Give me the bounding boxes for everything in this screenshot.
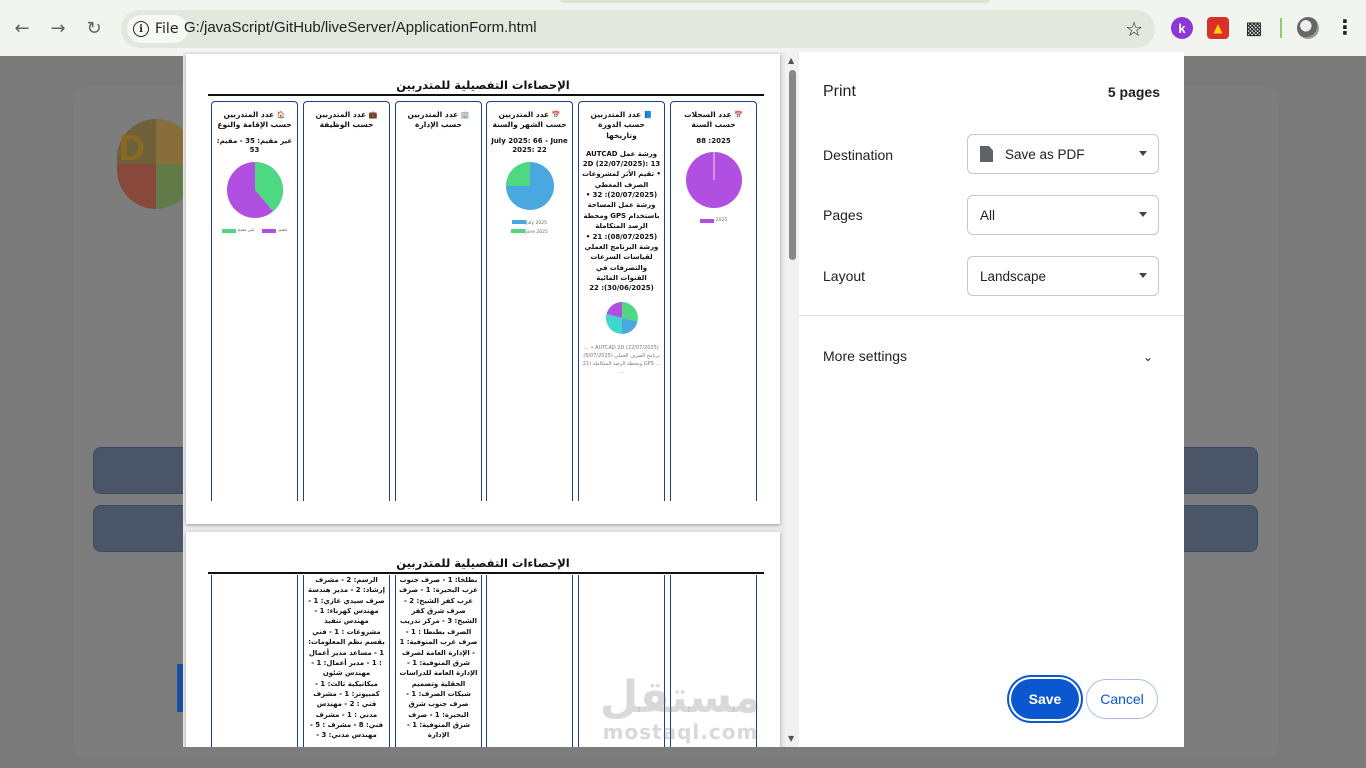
column-text: بطلخا: 1 - صرف جنوب غرب البحيرة: 1 - صرف… <box>399 576 478 740</box>
column-heading: عدد المتدربين حسب الإدارة <box>407 110 462 130</box>
destination-label: Destination <box>823 147 894 163</box>
column-heading: عدد المتدربين حسب الدورة وتاريخها <box>590 110 645 140</box>
title-rule <box>208 94 764 96</box>
month-pie-chart <box>505 162 554 211</box>
info-icon: i <box>133 21 149 37</box>
year-pie-chart <box>685 152 742 209</box>
more-settings-toggle[interactable]: More settings <box>823 348 907 364</box>
legend-item: June 2025 <box>511 229 548 235</box>
watermark: مستقل mostaql.com <box>600 672 761 745</box>
pages-label: Pages <box>823 207 863 223</box>
document-icon <box>980 146 993 162</box>
course-pie-chart <box>605 301 638 334</box>
scroll-down-arrow-icon[interactable]: ▼ <box>788 734 794 743</box>
column-stat: غير مقيم: 35 - مقيم: 53 <box>216 136 293 155</box>
watermark-latin: mostaql.com <box>602 720 759 744</box>
destination-select[interactable]: Save as PDF <box>967 134 1159 174</box>
cancel-button[interactable]: Cancel <box>1086 679 1158 719</box>
profile-avatar[interactable] <box>1297 17 1319 39</box>
column-stat: July 2025: 66 - June 2025: 22 <box>491 136 568 155</box>
house-icon: 🏠 <box>276 111 286 119</box>
layout-label: Layout <box>823 268 866 284</box>
stat-column-job: الرسم: 2 - مشرف إرشاد: 2 - مدير هندسة صر… <box>303 575 390 747</box>
legend-item: غير مقيم <box>221 228 254 233</box>
active-tab-edge <box>560 0 990 3</box>
bookmark-star-icon[interactable]: ☆ <box>1125 17 1143 41</box>
title-rule <box>208 572 764 574</box>
stat-column-year: 📅 عدد السجلات حسب السنة 2025: 88 2025 <box>670 101 757 501</box>
layout-select[interactable]: Landscape <box>967 256 1159 296</box>
extension-k-icon[interactable]: k <box>1171 17 1193 39</box>
chart-legend: 2025 <box>674 218 753 223</box>
calendar-icon: 📅 <box>551 111 561 119</box>
print-title: Print <box>823 83 856 100</box>
destination-value: Save as PDF <box>1005 146 1085 162</box>
chevron-down-icon[interactable]: ⌄ <box>1143 350 1153 364</box>
scroll-thumb[interactable] <box>789 70 796 260</box>
column-heading: عدد السجلات حسب السنة <box>684 110 736 130</box>
print-settings-panel: Print 5 pages Destination Save as PDF Pa… <box>799 52 1184 747</box>
preview-scrollbar[interactable]: ▲ ▼ <box>785 52 799 747</box>
dropdown-caret-icon <box>1139 273 1147 278</box>
chart-legend: July 2025 June 2025 <box>490 220 569 235</box>
site-info-label: File <box>155 21 179 37</box>
building-icon: 🏢 <box>460 111 470 119</box>
legend-item: 2025 <box>699 218 727 223</box>
residence-pie-chart <box>226 162 283 219</box>
forward-arrow-icon[interactable]: → <box>44 14 72 42</box>
pages-value: All <box>980 207 996 223</box>
back-arrow-icon[interactable]: ← <box>8 14 36 42</box>
page-title: الإحصاءات التفصيلية للمتدربين <box>396 78 570 92</box>
stat-column-administration: بطلخا: 1 - صرف جنوب غرب البحيرة: 1 - صرف… <box>395 575 482 747</box>
chart-legend: غير مقيم مقيم <box>215 228 294 233</box>
scroll-up-arrow-icon[interactable]: ▲ <box>788 56 794 65</box>
panel-divider <box>799 315 1184 316</box>
page-count: 5 pages <box>1107 84 1160 100</box>
stat-column-month <box>486 575 573 747</box>
column-text: ورشة عمل AUTCAD 2D (22/07/2025): 13 • تق… <box>582 149 661 293</box>
course-legend-text: AUTCAD 2D (22/07/2025) • ... برنامج الصر… <box>582 344 661 375</box>
save-button[interactable]: Save <box>1011 679 1079 719</box>
stat-column-administration: 🏢 عدد المتدربين حسب الإدارة <box>395 101 482 501</box>
browser-toolbar: ← → ↻ i File G:/javaScript/GitHub/liveSe… <box>0 0 1366 56</box>
column-stat: 2025: 88 <box>696 136 731 145</box>
toolbar-divider <box>1280 18 1282 38</box>
stat-column-job: 💼 عدد المتدربين حسب الوظيفة <box>303 101 390 501</box>
address-bar[interactable]: i File G:/javaScript/GitHub/liveServer/A… <box>121 10 1155 48</box>
pie-slice-june <box>505 162 530 187</box>
book-icon: 📘 <box>643 111 653 119</box>
watermark-arabic: مستقل <box>600 672 761 723</box>
dropdown-caret-icon <box>1139 212 1147 217</box>
reload-icon[interactable]: ↻ <box>80 14 108 42</box>
page-title: الإحصاءات التفصيلية للمتدربين <box>396 556 570 570</box>
stat-column-course: 📘 عدد المتدربين حسب الدورة وتاريخها ورشة… <box>578 101 665 501</box>
calendar-icon: 📅 <box>734 111 743 119</box>
briefcase-icon: 💼 <box>368 111 378 119</box>
column-heading: عدد المتدربين حسب الوظيفة <box>315 110 374 130</box>
site-info-chip[interactable]: i File <box>127 15 189 43</box>
stat-column-month: 📅 عدد المتدربين حسب الشهر والسنة July 20… <box>486 101 573 501</box>
extension-red-icon[interactable]: ▲ <box>1207 17 1229 39</box>
background-logo-letter: D <box>119 127 145 168</box>
legend-item: مقيم <box>262 228 287 233</box>
url-text[interactable]: G:/javaScript/GitHub/liveServer/Applicat… <box>184 19 537 36</box>
extensions-puzzle-icon[interactable]: ▩ <box>1243 17 1265 39</box>
stat-column-residence <box>211 575 298 747</box>
preview-page-1: الإحصاءات التفصيلية للمتدربين 📅 عدد السج… <box>186 54 780 524</box>
layout-value: Landscape <box>980 268 1047 284</box>
column-text: الرسم: 2 - مشرف إرشاد: 2 - مدير هندسة صر… <box>308 576 385 740</box>
stat-column-residence: 🏠 عدد المتدربين حسب الإقامة والنوع غير م… <box>211 101 298 501</box>
print-preview[interactable]: الإحصاءات التفصيلية للمتدربين 📅 عدد السج… <box>183 52 799 747</box>
dropdown-caret-icon <box>1139 151 1147 156</box>
legend-item: July 2025 <box>512 220 547 226</box>
browser-menu-icon[interactable]: ⋮ <box>1335 15 1355 39</box>
pages-select[interactable]: All <box>967 195 1159 235</box>
